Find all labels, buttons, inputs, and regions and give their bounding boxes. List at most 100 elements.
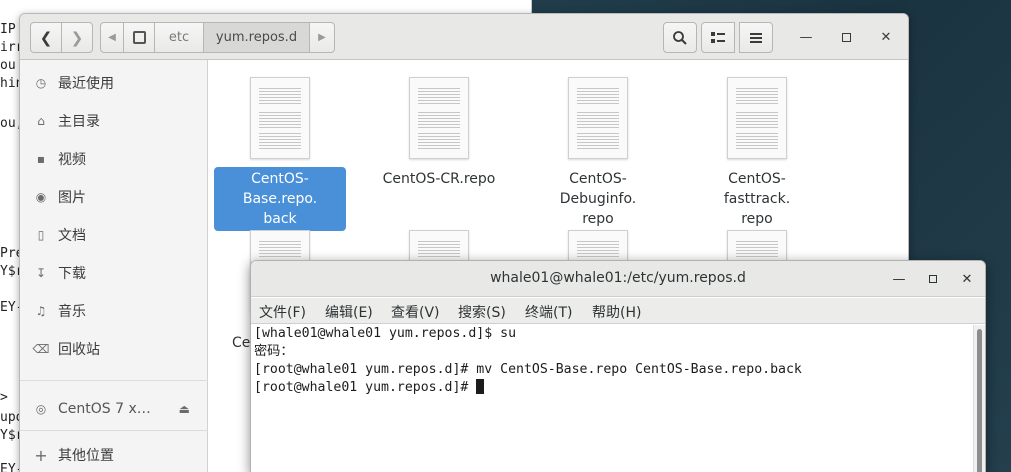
sidebar-item-label: 下载 [58,266,86,282]
file-name: CentOS-Base.repo. back [214,167,346,231]
terminal-output[interactable]: [whale01@whale01 yum.repos.d]$ su 密码： [roo… [251,325,973,472]
close-button[interactable]: ✕ [875,26,897,48]
chevron-right-icon: ❯ [70,28,84,47]
terminal-scrollbar-thumb[interactable] [977,329,982,472]
terminal-menu-item[interactable]: 帮助(H) [592,302,641,322]
terminal-line: [whale01@whale01 yum.repos.d]$ su [254,325,516,343]
terminal-scrollbar[interactable] [973,325,985,472]
sidebar-item-label: 音乐 [58,304,86,320]
terminal-menu-item[interactable]: 查看(V) [391,302,440,322]
close-icon: ✕ [880,29,892,45]
terminal-menu-item[interactable]: 终端(T) [525,302,572,322]
sidebar-device-label: CentOS 7 x… [58,401,151,417]
file-name: CentOS-fasttrack. repo [691,167,823,231]
terminal-minimize-button[interactable]: — [889,269,909,289]
path-scroll-left-button[interactable]: ◀ [100,22,124,53]
terminal-window[interactable]: whale01@whale01:/etc/yum.repos.d — ✕ 文件(… [250,260,986,472]
file-item[interactable]: CentOS-fasttrack. repo [691,77,823,231]
sidebar-item-device[interactable]: ◎ CentOS 7 x… ⏏ [20,393,208,425]
file-name-line1: CentOS-Base.repo. [242,171,318,207]
file-name-line1: CentOS-fasttrack. [723,171,791,207]
video-icon: ▪ [36,152,46,166]
sidebar: ◷ 最近使用 ⌂ 主目录 ▪ 视频 ◉ 图片 ▯ 文档 ↧ 下载 ♫ 音乐 ⌫ 回收站 ◎ CentOS 7 x…… [20,60,208,472]
file-name-line2: repo [741,211,773,227]
terminal-line-text: [whale01@whale01 yum.repos.d]$ su [254,326,517,341]
background-terminal-line: IP [0,22,16,37]
sidebar-item-document[interactable]: ▯ 文档 [20,219,208,251]
close-icon: ✕ [961,271,973,287]
file-manager-header: ❮ ❯ ◀ etc yum.repos.d ▶ — ✕ [20,14,908,60]
maximize-icon [841,32,851,42]
terminal-menu-item[interactable]: 编辑(E) [325,302,373,322]
file-name-line2: back [263,211,297,227]
terminal-menu-item[interactable]: 搜索(S) [458,302,506,322]
document-icon: ▯ [37,228,45,242]
file-item[interactable]: CentOS-Debuginfo. repo [532,77,664,231]
camera-icon: ◉ [35,190,47,204]
search-icon [673,30,687,45]
sidebar-item-camera[interactable]: ◉ 图片 [20,181,208,213]
terminal-menu-item[interactable]: 文件(F) [259,302,306,322]
sidebar-item-home[interactable]: ⌂ 主目录 [20,105,208,137]
maximize-button[interactable] [835,26,857,48]
path-root-button[interactable] [123,22,155,53]
forward-button[interactable]: ❯ [61,22,93,53]
terminal-menubar: 文件(F) 编辑(E) 查看(V) 搜索(S) 终端(T) 帮助(H) [251,298,985,324]
sidebar-item-video[interactable]: ▪ 视频 [20,143,208,175]
chevron-left-icon: ❮ [39,28,53,47]
sidebar-other-label: 其他位置 [58,448,114,464]
trash-icon: ⌫ [32,342,50,356]
back-button[interactable]: ❮ [30,22,62,53]
view-list-button[interactable] [701,22,735,53]
triangle-right-icon: ▶ [318,32,326,43]
file-name-line2: repo [582,211,614,227]
terminal-line: [root@whale01 yum.repos.d]# mv CentOS-Ba… [254,361,802,379]
terminal-line: 密码： [254,343,294,361]
sidebar-item-download[interactable]: ↧ 下载 [20,257,208,289]
download-icon: ↧ [35,266,47,280]
sidebar-item-label: 视频 [58,152,86,168]
terminal-maximize-button[interactable] [923,269,943,289]
path-etc-button[interactable]: etc [154,22,204,53]
music-icon: ♫ [35,304,47,318]
terminal-line: [root@whale01 yum.repos.d]# [254,379,485,397]
terminal-close-button[interactable]: ✕ [957,269,977,289]
home-icon: ⌂ [37,114,45,128]
file-item[interactable]: CentOS-Base.repo. back [214,77,346,231]
sidebar-item-label: 主目录 [58,114,100,130]
minimize-button[interactable]: — [795,26,817,48]
eject-icon[interactable]: ⏏ [179,402,190,416]
terminal-line-text: [root@whale01 yum.repos.d]# [254,380,477,395]
path-scroll-right-button[interactable]: ▶ [309,22,335,53]
sidebar-item-trash[interactable]: ⌫ 回收站 [20,333,208,365]
terminal-line-text: 密码： [254,344,294,359]
disc-icon: ◎ [35,402,47,416]
terminal-line-text: [root@whale01 yum.repos.d]# mv CentOS-Ba… [254,362,802,377]
drive-icon [132,31,146,44]
sidebar-item-clock[interactable]: ◷ 最近使用 [20,67,208,99]
menu-button[interactable] [739,22,773,53]
sidebar-item-other-locations[interactable]: + 其他位置 [20,439,208,471]
sidebar-item-label: 最近使用 [58,76,114,92]
sidebar-item-label: 图片 [58,190,86,206]
hamburger-icon [750,32,762,43]
file-item[interactable]: CentOS-CR.repo [373,77,505,191]
document-file-icon [727,77,787,159]
triangle-left-icon: ◀ [108,32,116,43]
minimize-icon: — [892,271,906,287]
sidebar-separator [20,430,208,431]
sidebar-item-label: 文档 [58,228,86,244]
file-name-line1: CentOS-CR.repo [382,171,496,187]
sidebar-item-label: 回收站 [58,342,100,358]
file-name: CentOS-Debuginfo. repo [532,167,664,231]
search-button[interactable] [663,22,697,53]
minimize-icon: — [799,29,813,45]
sidebar-item-music[interactable]: ♫ 音乐 [20,295,208,327]
terminal-titlebar: whale01@whale01:/etc/yum.repos.d — ✕ [251,261,985,297]
clock-icon: ◷ [35,76,47,90]
path-current-button[interactable]: yum.repos.d [203,22,310,53]
document-file-icon [568,77,628,159]
terminal-title: whale01@whale01:/etc/yum.repos.d [490,270,746,286]
background-terminal-line: ou [0,58,16,73]
terminal-cursor [476,379,485,394]
